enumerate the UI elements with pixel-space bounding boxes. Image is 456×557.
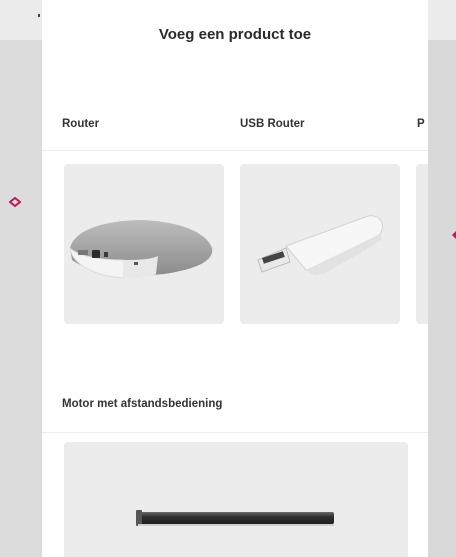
sheet-title: Voeg een product toe [158,26,312,43]
background-left-top-band [0,0,42,40]
add-product-sheet: Voeg een product toe Router USB Router P [42,0,428,557]
category-partial-label: P [417,118,425,130]
product-card-router[interactable] [64,164,224,324]
category-router-label: Router [62,118,100,130]
product-card-motor[interactable] [64,442,408,557]
usb-router-device-icon [257,215,383,275]
background-right-panel [428,0,456,557]
category-usb-router-label: USB Router [240,118,305,130]
pink-marker-icon [452,226,456,239]
divider [42,150,428,151]
product-card-partial[interactable] [416,164,428,324]
background-dot [38,14,40,17]
background-left-panel [0,0,42,557]
product-card-usb-router[interactable] [240,164,400,324]
router-device-icon [69,220,213,279]
pink-diamond-icon [8,194,22,208]
motor-tube-icon [136,510,334,526]
category-motor-label: Motor met afstandsbediening [62,398,223,410]
background-right-top-band [428,0,456,40]
divider [42,432,428,433]
